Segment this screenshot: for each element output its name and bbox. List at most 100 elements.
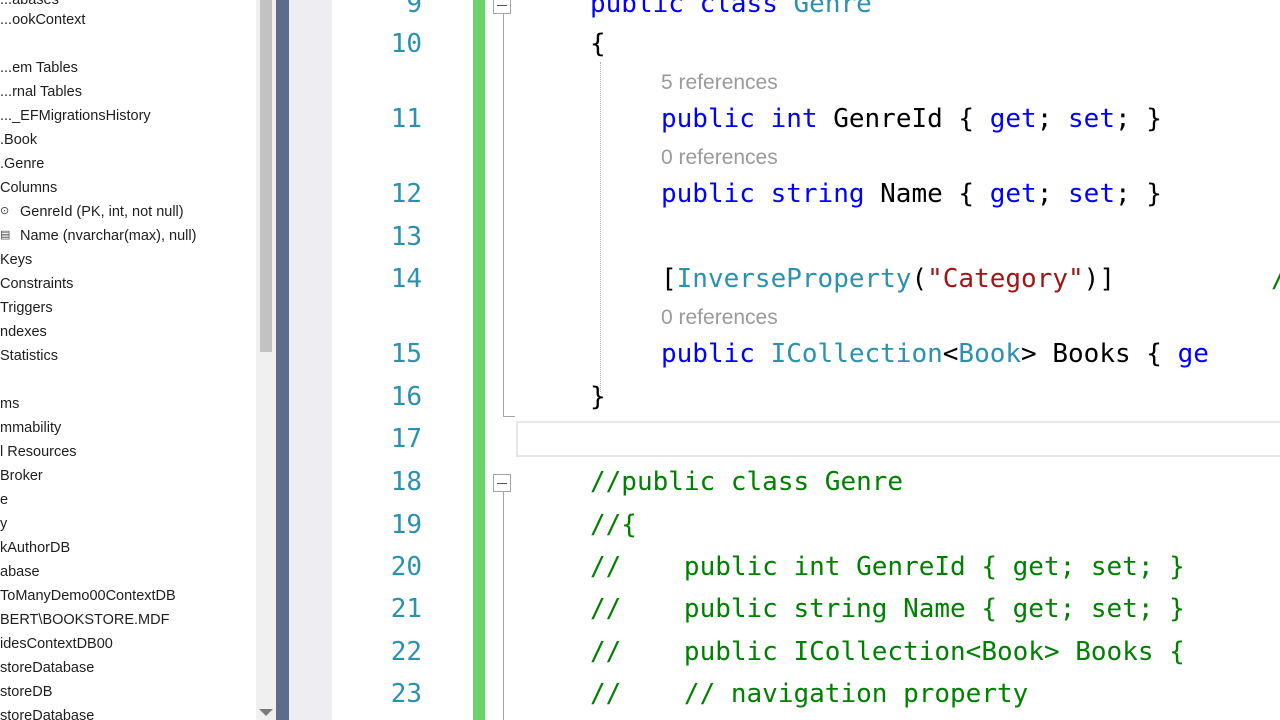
property-decl: GenreId { — [817, 104, 990, 134]
code-editor[interactable]: 9 10 11 12 13 14 15 16 17 18 19 20 21 22 23 5 referenc… — [332, 0, 1280, 720]
tree-item[interactable]: .Genre — [0, 152, 44, 176]
tree-item-label: ToManyDemo00ContextDB — [0, 588, 176, 604]
tree-item-label: ...ookContext — [0, 12, 86, 28]
tree-item[interactable]: Keys — [0, 248, 32, 272]
tree-item[interactable]: Triggers — [0, 296, 53, 320]
bracket: )] — [1083, 264, 1115, 294]
tree-scrollbar-thumb[interactable] — [260, 0, 272, 352]
tree-item[interactable]: storeDatabase — [0, 656, 94, 680]
line-number: 17 — [390, 424, 422, 454]
keyword: string — [770, 179, 865, 209]
tree-item[interactable]: idesContextDB00 — [0, 632, 113, 656]
outline-guide — [503, 492, 504, 720]
tree-item[interactable]: ▤ Name (nvarchar(max), null) — [0, 224, 196, 248]
keyword: public — [661, 339, 755, 369]
editor-margin — [289, 0, 332, 720]
tree-item[interactable]: ..._EFMigrationsHistory — [0, 104, 151, 128]
keyword: public — [661, 104, 755, 134]
codelens-references[interactable]: 0 references — [661, 304, 778, 332]
tree-item[interactable]: abase — [0, 560, 40, 584]
line-number: 12 — [390, 179, 422, 209]
close-brace: ; } — [1114, 104, 1162, 134]
angle-bracket: > — [1021, 339, 1037, 369]
tree-item-label: y — [0, 516, 8, 532]
trailing-comment: / — [1271, 261, 1280, 297]
tree-item[interactable]: ...rnal Tables — [0, 80, 82, 104]
tree-item-label: ms — [0, 396, 20, 412]
code-line-21[interactable]: // public string Name { get; set; } — [590, 591, 1185, 627]
code-line-18[interactable]: //public class Genre — [590, 464, 903, 500]
code-line-16[interactable]: } — [590, 379, 606, 415]
tree-item[interactable]: Constraints — [0, 272, 73, 296]
keyword: public — [590, 0, 684, 19]
keyword: set — [1068, 104, 1115, 134]
code-line-23[interactable]: // // navigation property — [590, 676, 1028, 712]
close-brace: } — [590, 382, 606, 412]
codelens-references[interactable]: 5 references — [661, 69, 778, 97]
collapse-icon[interactable] — [493, 474, 511, 492]
indent-guide — [600, 62, 601, 392]
line-number: 14 — [390, 264, 422, 294]
attribute-name: InverseProperty — [676, 264, 912, 294]
server-explorer-tree: ...abases ...ookContext ...em Tables ...rna… — [0, 0, 276, 720]
code-line-19[interactable]: //{ — [590, 507, 637, 543]
tree-item-label: e — [0, 492, 9, 508]
tree-item[interactable]: Columns — [0, 176, 57, 200]
change-tracking-bar — [473, 0, 485, 720]
collapse-icon[interactable] — [493, 0, 511, 14]
code-line-14[interactable]: [InverseProperty("Category")] — [661, 261, 1115, 297]
tree-item[interactable]: BERT\BOOKSTORE.MDF — [0, 608, 169, 632]
code-line-10[interactable]: { — [590, 26, 606, 62]
column-icon: ▤ — [0, 229, 11, 241]
code-line-12[interactable]: public string Name { get; set; } — [661, 176, 1162, 212]
tree-item-label: ...em Tables — [0, 60, 78, 76]
tree-item-label: Keys — [0, 252, 33, 268]
codelens-references[interactable]: 0 references — [661, 144, 778, 172]
code-line-20[interactable]: // public int GenreId { get; set; } — [590, 549, 1185, 585]
type-name: ICollection — [770, 339, 943, 369]
code-line-11[interactable]: public int GenreId { get; set; } — [661, 101, 1162, 137]
tree-item-label: Broker — [0, 468, 43, 484]
tree-item-label: .Genre — [0, 156, 45, 172]
tree-item-label: l Resources — [0, 444, 77, 460]
tree-item-label: BERT\BOOKSTORE.MDF — [0, 612, 170, 628]
separator: ; — [1036, 104, 1069, 134]
tree-item-label: idesContextDB00 — [0, 636, 113, 652]
tree-item[interactable]: storeDB — [0, 680, 52, 704]
tree-item-label: ...abases — [0, 0, 59, 8]
tree-item[interactable]: ...ookContext — [0, 8, 85, 32]
outline-guide — [503, 6, 504, 416]
line-number: 18 — [390, 467, 422, 497]
tree-item[interactable]: y — [0, 512, 7, 536]
tree-item[interactable]: ⊙ GenreId (PK, int, not null) — [0, 200, 184, 224]
tree-item-label: Triggers — [0, 300, 53, 316]
tree-item[interactable]: kAuthorDB — [0, 536, 70, 560]
tree-item[interactable]: l Resources — [0, 440, 77, 464]
tree-item[interactable]: mmability — [0, 416, 61, 440]
line-number: 22 — [390, 637, 422, 667]
tree-item[interactable]: Broker — [0, 464, 43, 488]
paren: ( — [911, 264, 928, 294]
tree-item-label: ...rnal Tables — [0, 84, 82, 100]
tree-item[interactable]: ms — [0, 392, 19, 416]
code-line-9[interactable]: public class Genre — [590, 0, 872, 22]
tree-item-label: abase — [0, 564, 40, 580]
scroll-down-arrow-icon[interactable] — [259, 709, 273, 716]
code-line-15[interactable]: public ICollection<Book> Books { ge — [661, 336, 1209, 372]
keyword: public — [661, 179, 755, 209]
tree-item[interactable]: .Book — [0, 128, 37, 152]
separator: ; — [1036, 179, 1069, 209]
keyword: get — [989, 179, 1037, 209]
angle-bracket: < — [942, 339, 959, 369]
panel-splitter[interactable] — [276, 0, 289, 720]
tree-item[interactable]: ToManyDemo00ContextDB — [0, 584, 176, 608]
tree-item[interactable]: ndexes — [0, 320, 47, 344]
line-number: 23 — [390, 679, 422, 709]
tree-item[interactable]: ...em Tables — [0, 56, 78, 80]
tree-item[interactable]: Statistics — [0, 344, 58, 368]
tree-item-label: .Book — [0, 132, 38, 148]
tree-item[interactable]: e — [0, 488, 8, 512]
tree-item[interactable]: storeDatabase — [0, 704, 94, 720]
line-number: 20 — [390, 552, 422, 582]
code-line-22[interactable]: // public ICollection<Book> Books { — [590, 634, 1185, 670]
